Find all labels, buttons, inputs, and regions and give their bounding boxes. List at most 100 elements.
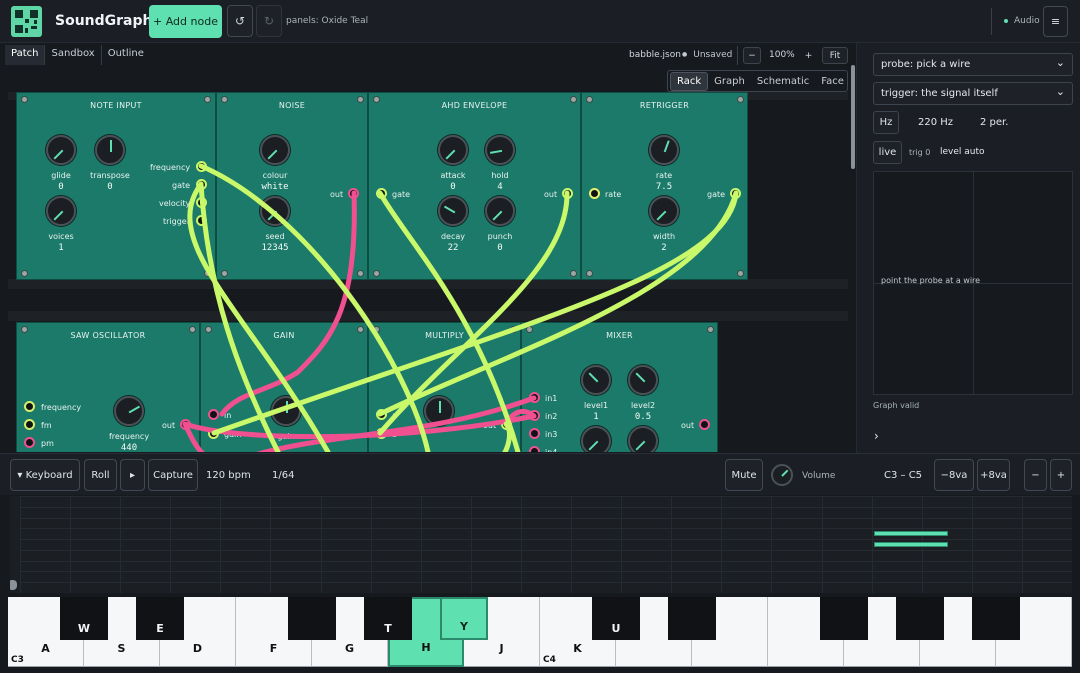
zoom-in-roll-button[interactable]: + [1050, 459, 1072, 491]
black-key[interactable]: T [364, 597, 412, 640]
key-label: K [573, 642, 582, 655]
piano-keyboard[interactable]: A C3 S D F G H J K C4 W E T Y U [8, 597, 1072, 667]
roll-beat-line [972, 496, 973, 593]
trigger-select[interactable]: trigger: the signal itself [873, 82, 1073, 105]
volume-label: Volume [802, 471, 836, 481]
roll-beat-line [70, 496, 71, 593]
live-button[interactable]: live [873, 141, 902, 164]
octave-down-button[interactable]: −8va [934, 459, 974, 491]
probe-periods: 2 per. [980, 117, 1009, 128]
panels-theme-label: panels: Oxide Teal [286, 16, 369, 26]
expand-chevron-icon[interactable]: › [874, 429, 879, 443]
view-rack[interactable]: Rack [670, 71, 709, 91]
oscilloscope[interactable]: point the probe at a wire [873, 171, 1073, 395]
view-schematic[interactable]: Schematic [751, 73, 815, 90]
redo-button[interactable]: ↻ [256, 5, 282, 37]
undo-icon: ↺ [234, 14, 246, 28]
undo-button[interactable]: ↺ [227, 5, 253, 37]
canvas-scrollbar[interactable] [851, 65, 855, 169]
octave-label: C3 [11, 655, 24, 665]
patch-wires[interactable] [8, 92, 848, 452]
roll-row-line [20, 539, 1072, 540]
roll-row-line [20, 507, 1072, 508]
roll-beat-line [20, 496, 21, 593]
scope-level: level auto [940, 147, 985, 157]
keyboard-toggle-button[interactable]: ▾ Keyboard [10, 459, 80, 491]
roll-row-line [20, 518, 1072, 519]
roll-row-line [20, 582, 1072, 583]
key-label: A [41, 642, 50, 655]
main-tabs: Patch Sandbox Outline [5, 45, 150, 65]
app-name: SoundGraph [55, 13, 153, 29]
trig-level: trig 0 [909, 148, 931, 157]
capture-button[interactable]: Capture [148, 459, 198, 491]
hz-button[interactable]: Hz [873, 111, 899, 134]
roll-beat-line [521, 496, 522, 593]
black-key[interactable] [668, 597, 716, 640]
view-graph[interactable]: Graph [708, 73, 751, 90]
view-face[interactable]: Face [815, 73, 850, 90]
tempo-readout: 120 bpm [206, 470, 251, 481]
wire-retrigger-to-mult [377, 190, 739, 417]
menu-button[interactable]: ≡ [1043, 6, 1068, 37]
roll-beat-line [220, 496, 221, 593]
key-label: T [384, 622, 392, 635]
octave-up-button[interactable]: +8va [977, 459, 1010, 491]
key-label: F [269, 642, 278, 655]
zoom-out-roll-button[interactable]: − [1024, 459, 1047, 491]
audio-status[interactable]: Audio [1004, 16, 1040, 26]
volume-knob[interactable] [771, 464, 793, 486]
key-label: H [421, 641, 431, 654]
roll-row-line [20, 550, 1072, 551]
roll-beat-line [872, 496, 873, 593]
keyboard-toolbar: ▾ Keyboard Roll ▸ Capture 120 bpm 1/64 M… [0, 453, 1080, 495]
key-label: E [156, 622, 164, 635]
graph-status: Graph valid [873, 401, 920, 410]
tab-sandbox[interactable]: Sandbox [45, 45, 102, 65]
play-button[interactable]: ▸ [120, 459, 145, 491]
key-label: Y [460, 620, 468, 633]
range-readout: C3 – C5 [884, 470, 923, 481]
probe-select[interactable]: probe: pick a wire [873, 53, 1073, 76]
wire-mult-out [502, 421, 512, 452]
black-key[interactable]: W [60, 597, 108, 640]
black-key[interactable]: U [592, 597, 640, 640]
roll-beat-line [270, 496, 271, 593]
piano-roll[interactable] [10, 496, 1072, 593]
file-name: babble.json [629, 50, 681, 60]
app-logo [11, 6, 42, 37]
roll-beat-line [771, 496, 772, 593]
zoom-out-button[interactable]: − [743, 47, 761, 64]
roll-button[interactable]: Roll [84, 459, 117, 491]
zoom-in-button[interactable]: + [800, 47, 817, 64]
key-label: G [344, 642, 355, 655]
play-icon: ▸ [129, 469, 136, 481]
tab-outline[interactable]: Outline [102, 45, 150, 65]
scope-message: point the probe at a wire [881, 276, 981, 285]
key-label: W [77, 622, 91, 635]
black-key[interactable]: E [136, 597, 184, 640]
black-key[interactable]: Y [440, 597, 488, 640]
roll-row-line [20, 571, 1072, 572]
roll-row-line [20, 496, 1072, 497]
roll-scrollbar[interactable] [10, 580, 17, 590]
black-key[interactable] [972, 597, 1020, 640]
roll-beat-line [671, 496, 672, 593]
mute-button[interactable]: Mute [725, 459, 763, 491]
save-status: Unsaved [682, 50, 732, 60]
rack-canvas[interactable]: NOTE INPUT glide 0 transpose 0 voices 1 … [8, 92, 848, 452]
black-key[interactable] [896, 597, 944, 640]
view-switcher: Rack Graph Schematic Face [667, 70, 848, 92]
tab-patch[interactable]: Patch [5, 45, 46, 65]
roll-beat-line [621, 496, 622, 593]
roll-beat-line [371, 496, 372, 593]
add-node-button[interactable]: + Add node [149, 5, 222, 38]
roll-beat-line [120, 496, 121, 593]
fit-button[interactable]: Fit [822, 47, 848, 64]
black-key[interactable] [288, 597, 336, 640]
black-key[interactable] [820, 597, 868, 640]
roll-note[interactable] [874, 531, 948, 537]
key-label: S [117, 642, 126, 655]
roll-note[interactable] [874, 542, 948, 548]
roll-row-line [20, 528, 1072, 529]
